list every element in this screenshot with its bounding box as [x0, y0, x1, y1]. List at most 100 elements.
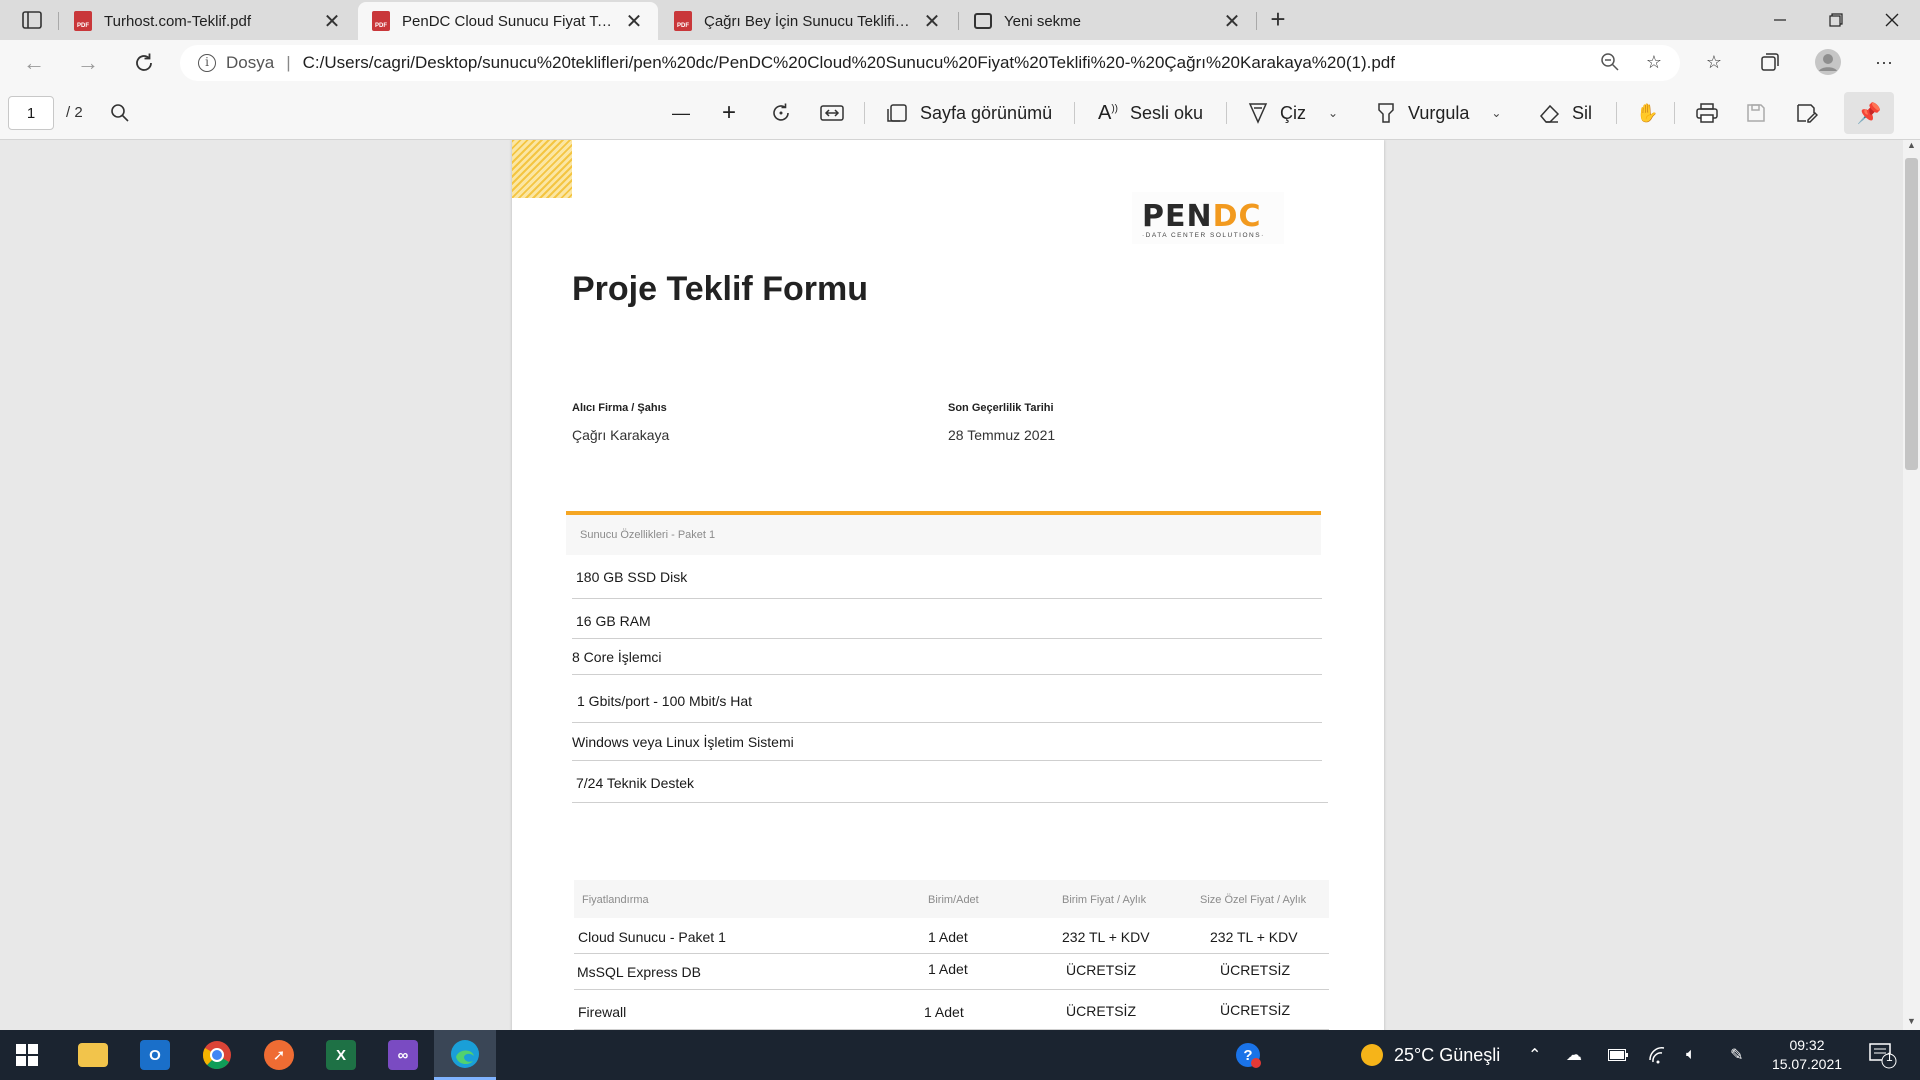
close-icon[interactable]: ✕: [322, 9, 342, 34]
start-button[interactable]: [16, 1044, 38, 1066]
pricing-item: Firewall: [578, 1004, 627, 1020]
spec-text: 7/24 Teknik Destek: [576, 775, 695, 791]
new-tab-button[interactable]: +: [1264, 6, 1292, 34]
specs-header-label: Sunucu Özellikleri - Paket 1: [580, 529, 716, 541]
chevron-down-icon[interactable]: ⌄: [1491, 106, 1501, 120]
save-button[interactable]: [1746, 97, 1766, 129]
search-icon: [111, 104, 129, 122]
help-tray-button[interactable]: ?: [1234, 1030, 1262, 1080]
wifi-tray[interactable]: [1648, 1030, 1668, 1080]
tab-new[interactable]: Yeni sekme ✕: [960, 2, 1256, 40]
restore-button[interactable]: [1808, 0, 1864, 40]
sun-icon: [1361, 1044, 1383, 1066]
tab-title: Turhost.com-Teklif.pdf: [104, 12, 251, 30]
read-aloud-button[interactable]: A)) Sesli oku: [1098, 97, 1203, 129]
volume-tray[interactable]: 🔈︎: [1686, 1030, 1696, 1080]
system-clock[interactable]: 09:32 15.07.2021: [1762, 1036, 1852, 1074]
pin-toolbar-button[interactable]: 📌: [1844, 92, 1894, 134]
taskbar-file-explorer[interactable]: [62, 1030, 124, 1080]
save-as-button[interactable]: [1796, 97, 1818, 129]
minimize-icon: [1774, 19, 1786, 21]
onedrive-tray[interactable]: ☁: [1566, 1030, 1582, 1080]
specs-header: Sunucu Özellikleri - Paket 1: [566, 515, 1321, 555]
favorites-icon: ☆: [1705, 51, 1723, 72]
refresh-button[interactable]: [128, 48, 160, 78]
tab-turhost[interactable]: PDF Turhost.com-Teklif.pdf ✕: [60, 2, 356, 40]
touch-mode-button[interactable]: ✋: [1636, 97, 1658, 129]
close-icon[interactable]: ✕: [1222, 9, 1242, 34]
settings-more-button[interactable]: ···: [1870, 48, 1898, 76]
spec-row: 16 GB RAM: [572, 599, 1322, 639]
page-number-input[interactable]: 1: [8, 96, 54, 130]
taskbar-visual-studio[interactable]: ∞: [372, 1030, 434, 1080]
scroll-up-icon[interactable]: ▲: [1903, 140, 1920, 154]
taskbar-edge[interactable]: [434, 1030, 496, 1080]
chevron-down-icon[interactable]: ⌄: [1328, 106, 1338, 120]
page-view-button[interactable]: Sayfa görünümü: [886, 97, 1052, 129]
windows-logo-icon: [16, 1056, 26, 1066]
collections-button[interactable]: [1756, 48, 1784, 76]
wifi-icon: [1649, 1047, 1665, 1064]
taskbar-postman[interactable]: ➚: [248, 1030, 310, 1080]
rotate-button[interactable]: [770, 97, 792, 129]
scrollbar-thumb[interactable]: [1905, 158, 1918, 470]
minimize-button[interactable]: [1752, 0, 1808, 40]
page-view-icon: [887, 104, 907, 122]
help-icon: ?: [1236, 1043, 1261, 1068]
pen-workspace-tray[interactable]: ✎: [1730, 1030, 1743, 1080]
close-icon[interactable]: ✕: [624, 9, 644, 34]
draw-button[interactable]: Çiz ⌄: [1248, 97, 1338, 129]
highlight-label: Vurgula: [1408, 102, 1470, 123]
close-icon[interactable]: ✕: [922, 9, 942, 34]
new-tab-page-icon: [974, 13, 992, 29]
taskbar-outlook[interactable]: O: [124, 1030, 186, 1080]
tab-actions-button[interactable]: [14, 8, 50, 32]
pdf-icon: PDF: [372, 11, 390, 31]
taskbar-chrome[interactable]: [186, 1030, 248, 1080]
save-as-icon: [1797, 104, 1818, 123]
tab-pendc[interactable]: PDF PenDC Cloud Sunucu Fiyat Teklifi ✕: [358, 2, 658, 40]
pricing-header-unit-price: Birim Fiyat / Aylık: [1062, 894, 1147, 906]
show-hidden-icons-button[interactable]: ⌃: [1528, 1030, 1541, 1080]
vertical-scrollbar[interactable]: ▲ ▼: [1903, 140, 1920, 1030]
forward-button[interactable]: →: [72, 48, 104, 78]
windows-logo-icon: [28, 1044, 38, 1054]
pricing-header-unit: Birim/Adet: [928, 894, 979, 906]
battery-tray[interactable]: [1608, 1030, 1628, 1080]
notification-center-button[interactable]: 1: [1868, 1030, 1898, 1080]
favorites-button[interactable]: ☆: [1700, 48, 1728, 76]
star-add-icon: ☆: [1645, 51, 1663, 72]
tab-title: PenDC Cloud Sunucu Fiyat Teklifi: [402, 12, 614, 30]
valid-until-value: 28 Temmuz 2021: [948, 427, 1056, 443]
zoom-button[interactable]: [1596, 48, 1624, 76]
save-icon: [1747, 104, 1765, 122]
back-button[interactable]: ←: [18, 48, 50, 78]
print-button[interactable]: [1696, 97, 1718, 129]
zoom-in-button[interactable]: +: [722, 97, 736, 129]
weather-widget[interactable]: 25°C Güneşli: [1360, 1030, 1500, 1080]
edge-icon: [451, 1039, 479, 1068]
tab-cagri-teklif[interactable]: PDF Çağrı Bey İçin Sunucu Teklifimiz ✕: [660, 2, 956, 40]
profile-button[interactable]: [1814, 48, 1842, 76]
excel-icon: X: [326, 1040, 356, 1070]
taskbar-excel[interactable]: X: [310, 1030, 372, 1080]
outlook-icon: O: [140, 1040, 170, 1070]
url-text[interactable]: C:/Users/cagri/Desktop/sunucu%20teklifle…: [303, 53, 1395, 73]
pricing-unit: 1 Adet: [924, 1004, 964, 1020]
zoom-out-button[interactable]: —: [672, 97, 690, 129]
info-icon[interactable]: i: [198, 54, 216, 72]
tab-actions-icon: [22, 11, 42, 29]
fit-width-button[interactable]: [820, 97, 844, 129]
pdf-toolbar: 1 / 2 — + Sayfa görünümü A)) Sesli oku Ç…: [0, 86, 1920, 140]
spec-text: 8 Core İşlemci: [572, 649, 662, 665]
spec-text: Windows veya Linux İşletim Sistemi: [572, 734, 794, 750]
close-window-button[interactable]: [1864, 0, 1920, 40]
find-button[interactable]: [110, 97, 130, 129]
erase-button[interactable]: Sil: [1538, 97, 1592, 129]
scroll-down-icon[interactable]: ▼: [1903, 1016, 1920, 1030]
highlight-button[interactable]: Vurgula ⌄: [1376, 97, 1501, 129]
address-bar[interactable]: i Dosya | C:/Users/cagri/Desktop/sunucu%…: [180, 45, 1680, 81]
add-favorite-button[interactable]: ☆: [1640, 48, 1668, 76]
pdf-viewer[interactable]: PENDC ·DATA CENTER SOLUTIONS· Proje Tekl…: [0, 140, 1903, 1030]
scheme-label: Dosya: [226, 53, 275, 72]
